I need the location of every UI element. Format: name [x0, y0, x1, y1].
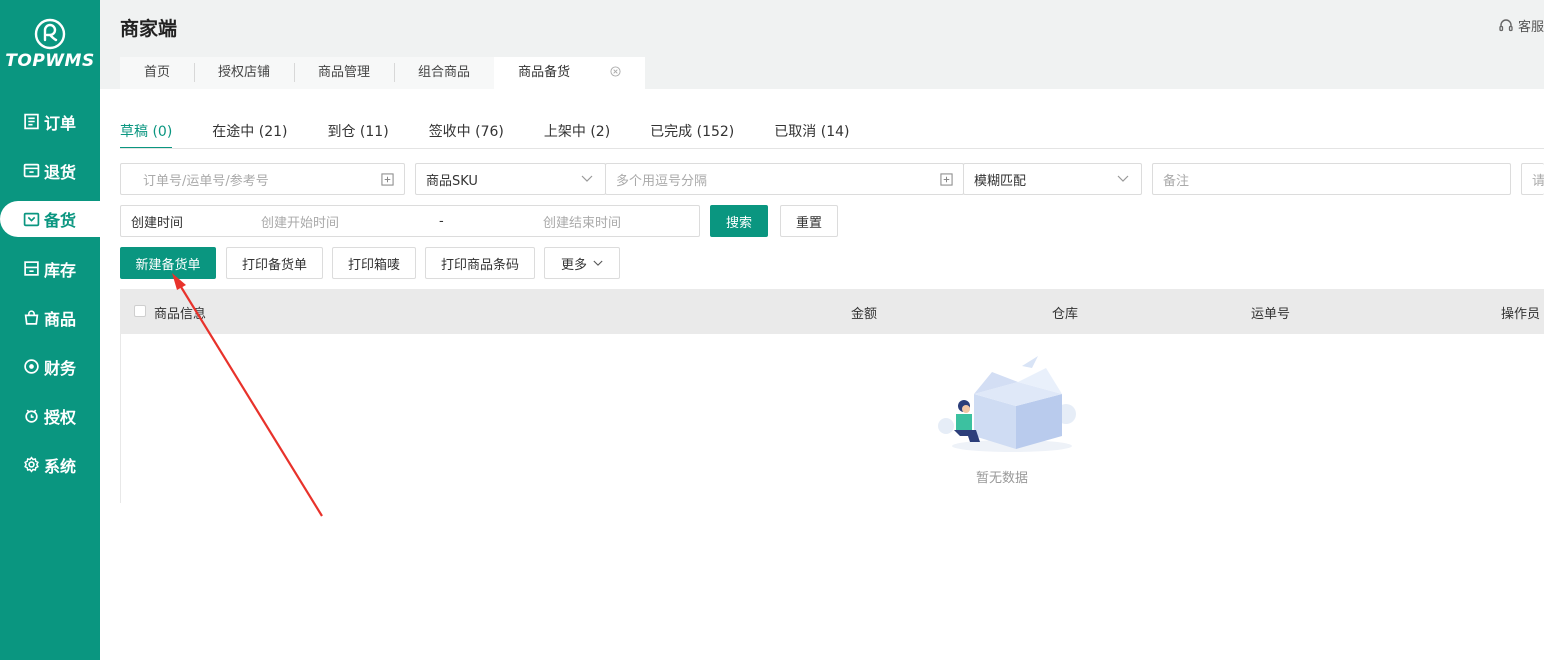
more-label: 更多: [560, 257, 587, 273]
table-body: [120, 334, 1544, 503]
sidebar-item-label: 商品: [44, 309, 77, 329]
customer-service-button[interactable]: 客服: [1498, 16, 1544, 35]
sku-input[interactable]: 多个用逗号分隔: [605, 163, 964, 195]
sidebar-item-label: 财务: [44, 358, 77, 378]
sidebar-item-label: 系统: [44, 456, 77, 476]
match-mode-value: 模糊匹配: [974, 173, 1027, 189]
tab-authorized-shops[interactable]: 授权店铺: [194, 57, 294, 89]
new-stock-order-button[interactable]: 新建备货单: [120, 247, 216, 279]
create-time-label: 创建时间: [131, 215, 184, 231]
match-mode-select[interactable]: 模糊匹配: [963, 163, 1142, 195]
start-time-placeholder[interactable]: 创建开始时间: [261, 212, 339, 231]
tab-product-stock-prep[interactable]: 商品备货: [494, 57, 646, 89]
range-separator: -: [439, 213, 444, 229]
order-number-placeholder: 订单号/运单号/参考号: [143, 173, 269, 189]
close-icon[interactable]: [610, 66, 621, 77]
stock-prep-icon: [23, 212, 40, 226]
print-stock-order-button[interactable]: 打印备货单: [226, 247, 323, 279]
column-header-product-info: 商品信息: [154, 307, 207, 322]
status-tabs: 草稿 (0) 在途中 (21) 到仓 (11) 签收中 (76) 上架中 (2)…: [120, 118, 889, 149]
sidebar-item-label: 备货: [44, 211, 77, 230]
logo-icon: [34, 18, 66, 50]
tab-product-management[interactable]: 商品管理: [294, 57, 394, 89]
search-button[interactable]: 搜索: [710, 205, 768, 237]
sku-placeholder: 多个用逗号分隔: [616, 173, 708, 189]
sidebar-item-finance[interactable]: 财务: [0, 342, 100, 391]
batch-input-icon[interactable]: [381, 173, 394, 186]
sku-type-value: 商品SKU: [426, 173, 478, 189]
tab-label: 授权店铺: [218, 65, 271, 80]
logo[interactable]: TOPWMS: [0, 18, 100, 71]
sidebar-item-return[interactable]: 退货: [0, 146, 100, 195]
tab-combo-products[interactable]: 组合商品: [394, 57, 494, 89]
empty-state-text: 暂无数据: [976, 471, 1029, 486]
print-box-label-button[interactable]: 打印箱唛: [332, 247, 416, 279]
chevron-down-icon: [581, 175, 593, 182]
header: 商家端 客服 首页 授权店铺 商品管理 组合商品 商品备货: [100, 0, 1544, 89]
empty-box-illustration: [938, 356, 1076, 452]
sidebar-item-system[interactable]: 系统: [0, 440, 100, 489]
sidebar: TOPWMS 订单 退货 备货 库存 商品 财务 授权 系统: [0, 0, 100, 660]
status-tab-shelving[interactable]: 上架中 (2): [544, 118, 610, 149]
status-tab-draft[interactable]: 草稿 (0): [120, 118, 173, 149]
sidebar-item-product[interactable]: 商品: [0, 293, 100, 342]
sidebar-item-stock-prep[interactable]: 备货: [0, 201, 100, 237]
customer-service-label: 客服: [1517, 20, 1544, 35]
more-button[interactable]: 更多: [544, 247, 620, 279]
extra-filter-input[interactable]: 请: [1521, 163, 1544, 195]
column-header-amount: 金额: [851, 307, 878, 322]
sidebar-nav: 订单 退货 备货 库存 商品 财务 授权 系统: [0, 97, 100, 489]
sidebar-item-order[interactable]: 订单: [0, 97, 100, 146]
chevron-down-icon: [593, 260, 603, 266]
bag-icon: [24, 310, 39, 325]
status-tab-completed[interactable]: 已完成 (152): [650, 118, 734, 149]
gear-icon: [24, 456, 39, 473]
finance-icon: [24, 359, 39, 374]
tab-home[interactable]: 首页: [120, 57, 194, 89]
print-barcode-button[interactable]: 打印商品条码: [425, 247, 535, 279]
tabs-divider: [120, 148, 1544, 149]
sidebar-item-label: 退货: [44, 162, 77, 182]
chevron-down-icon: [1117, 175, 1129, 182]
sidebar-item-label: 库存: [44, 260, 77, 280]
create-time-range[interactable]: 创建时间 创建开始时间 - 创建结束时间: [120, 205, 700, 237]
order-icon: [24, 113, 39, 130]
status-tab-cancelled[interactable]: 已取消 (14): [774, 118, 849, 149]
end-time-placeholder[interactable]: 创建结束时间: [543, 212, 621, 231]
order-number-input[interactable]: 订单号/运单号/参考号: [120, 163, 405, 195]
column-header-warehouse: 仓库: [1052, 307, 1079, 322]
sku-type-select[interactable]: 商品SKU: [415, 163, 606, 195]
batch-input-icon[interactable]: [940, 173, 953, 186]
tab-label: 组合商品: [418, 65, 471, 80]
status-tab-in-transit[interactable]: 在途中 (21): [212, 118, 287, 149]
auth-icon: [25, 409, 38, 423]
sidebar-item-label: 授权: [44, 407, 77, 427]
remark-placeholder: 备注: [1163, 173, 1190, 189]
status-tab-receiving[interactable]: 签收中 (76): [429, 118, 504, 149]
status-tab-arrived[interactable]: 到仓 (11): [327, 118, 388, 149]
column-header-tracking-number: 运单号: [1251, 307, 1291, 322]
app-title: 商家端: [120, 18, 178, 40]
inventory-icon: [24, 261, 39, 276]
table-header: 商品信息 金额 仓库 运单号 操作员: [120, 289, 1544, 334]
sidebar-item-inventory[interactable]: 库存: [0, 244, 100, 293]
column-header-operator: 操作员: [1501, 307, 1541, 322]
remark-input[interactable]: 备注: [1152, 163, 1511, 195]
tab-label: 商品管理: [318, 65, 371, 80]
return-icon: [23, 163, 40, 178]
extra-filter-placeholder: 请: [1532, 173, 1544, 189]
headset-icon: [1499, 18, 1513, 31]
tab-label: 商品备货: [518, 65, 571, 80]
tab-label: 首页: [144, 65, 171, 80]
select-all-checkbox[interactable]: [134, 305, 146, 317]
reset-button[interactable]: 重置: [780, 205, 838, 237]
page-tabs: 首页 授权店铺 商品管理 组合商品 商品备货: [120, 57, 646, 89]
sidebar-item-auth[interactable]: 授权: [0, 391, 100, 440]
logo-text: TOPWMS: [5, 51, 95, 71]
sidebar-item-label: 订单: [44, 113, 77, 133]
